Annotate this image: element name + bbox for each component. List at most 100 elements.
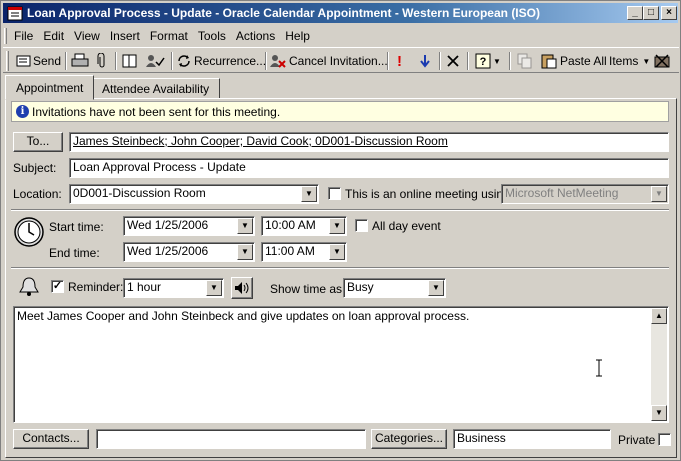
end-time-dropdown-button[interactable]: ▼: [329, 244, 345, 260]
paste-all-button[interactable]: Paste All: [541, 51, 607, 71]
reminder-select[interactable]: 1 hour ▼: [123, 278, 224, 298]
reminder-dropdown-button[interactable]: ▼: [206, 280, 222, 296]
online-meeting-label: This is an online meeting using:: [345, 187, 514, 201]
start-date-field[interactable]: Wed 1/25/2006 ▼: [123, 216, 255, 236]
toolbox-icon: [654, 54, 670, 68]
down-arrow-icon: [420, 55, 430, 68]
categories-field[interactable]: Business: [453, 429, 611, 449]
menu-tools[interactable]: Tools: [193, 27, 231, 43]
maximize-button[interactable]: □: [643, 6, 659, 20]
info-icon: i: [16, 105, 29, 118]
print-button[interactable]: [71, 51, 89, 71]
recurrence-button[interactable]: Recurrence...: [176, 51, 266, 71]
private-checkbox[interactable]: [658, 433, 671, 446]
menu-bar: File Edit View Insert Format Tools Actions Help: [5, 27, 315, 45]
scroll-up-button[interactable]: ▲: [651, 308, 667, 324]
location-label: Location:: [13, 187, 62, 201]
subject-field[interactable]: Loan Approval Process - Update: [69, 158, 669, 178]
start-time-label: Start time:: [49, 220, 104, 234]
menu-view[interactable]: View: [69, 27, 105, 43]
send-button[interactable]: Send: [15, 51, 61, 71]
start-time-field[interactable]: 10:00 AM ▼: [261, 216, 347, 236]
menu-edit[interactable]: Edit: [38, 27, 69, 43]
start-time-dropdown-button[interactable]: ▼: [329, 218, 345, 234]
cancel-invitation-button[interactable]: Cancel Invitation...: [269, 51, 388, 71]
contacts-field[interactable]: [96, 429, 366, 449]
menu-format[interactable]: Format: [145, 27, 193, 43]
end-date-dropdown-button[interactable]: ▼: [237, 244, 253, 260]
divider: [11, 267, 669, 269]
online-meeting-dropdown-button[interactable]: ▼: [651, 186, 667, 202]
start-time-value: 10:00 AM: [265, 218, 316, 232]
copy-icon: [517, 53, 532, 69]
end-time-value: 11:00 AM: [265, 244, 315, 258]
location-value: 0D001-Discussion Room: [73, 186, 206, 200]
online-meeting-value: Microsoft NetMeeting: [505, 186, 619, 200]
all-day-event-label: All day event: [372, 219, 441, 233]
location-dropdown-button[interactable]: ▼: [301, 186, 317, 202]
toolbar-separator: [387, 52, 389, 70]
end-time-label: End time:: [49, 246, 100, 260]
close-button[interactable]: ×: [661, 6, 677, 20]
tools-button[interactable]: [653, 51, 671, 71]
address-book-icon: [122, 54, 137, 68]
start-date-value: Wed 1/25/2006: [127, 218, 209, 232]
title-bar[interactable]: Loan Approval Process - Update - Oracle …: [3, 3, 678, 23]
contacts-button[interactable]: Contacts...: [13, 429, 89, 449]
reminder-checkbox[interactable]: ✓: [51, 280, 64, 293]
help-dropdown-icon[interactable]: ▼: [493, 57, 501, 66]
items-menu-button[interactable]: Items ▼: [609, 51, 650, 71]
paperclip-icon: [97, 53, 105, 68]
exclamation-icon: !: [397, 52, 402, 70]
toolbar-grip[interactable]: [6, 51, 9, 71]
divider: [11, 209, 669, 211]
menu-help[interactable]: Help: [280, 27, 315, 43]
to-field[interactable]: James Steinbeck; John Cooper; David Cook…: [69, 132, 669, 152]
notes-scrollbar[interactable]: ▲ ▼: [651, 308, 667, 421]
text-cursor-icon: [596, 359, 602, 377]
items-label: Items: [609, 54, 639, 68]
tab-appointment[interactable]: Appointment: [5, 75, 95, 100]
online-meeting-checkbox[interactable]: [328, 187, 341, 200]
to-button[interactable]: To...: [13, 132, 63, 152]
to-button-label: To...: [26, 134, 50, 148]
window-title: Loan Approval Process - Update - Oracle …: [27, 6, 540, 20]
items-dropdown-icon: ▼: [642, 56, 651, 66]
speaker-icon: [235, 282, 249, 294]
show-time-as-select[interactable]: Busy ▼: [343, 278, 446, 298]
high-importance-button[interactable]: !: [397, 51, 402, 71]
toolbar-separator: [265, 52, 267, 70]
online-meeting-select[interactable]: Microsoft NetMeeting ▼: [501, 184, 669, 204]
copy-button[interactable]: [517, 51, 533, 71]
notes-text: Meet James Cooper and John Steinbeck and…: [17, 309, 470, 323]
scroll-down-button[interactable]: ▼: [651, 405, 667, 421]
show-time-as-dropdown-button[interactable]: ▼: [428, 280, 444, 296]
minimize-button[interactable]: _: [627, 6, 643, 20]
info-message: Invitations have not been sent for this …: [32, 105, 281, 119]
categories-button[interactable]: Categories...: [371, 429, 447, 449]
toolbar-separator: [171, 52, 173, 70]
all-day-event-checkbox[interactable]: [355, 219, 368, 232]
menu-actions[interactable]: Actions: [231, 27, 280, 43]
reminder-value: 1 hour: [127, 280, 162, 294]
attach-button[interactable]: [95, 51, 109, 71]
end-time-field[interactable]: 11:00 AM ▼: [261, 242, 347, 262]
delete-button[interactable]: [446, 51, 460, 71]
reminder-label: Reminder:: [68, 280, 124, 294]
tab-attendee-availability[interactable]: Attendee Availability: [91, 78, 221, 99]
start-date-dropdown-button[interactable]: ▼: [237, 218, 253, 234]
menu-file[interactable]: File: [9, 27, 38, 43]
low-importance-button[interactable]: [419, 51, 431, 71]
check-names-button[interactable]: [145, 51, 165, 71]
help-button[interactable]: ? ▼: [475, 51, 501, 71]
reminder-sound-button[interactable]: [231, 277, 253, 299]
address-book-button[interactable]: [121, 51, 139, 71]
location-field[interactable]: 0D001-Discussion Room ▼: [69, 184, 319, 204]
menu-insert[interactable]: Insert: [105, 27, 145, 43]
notes-textarea[interactable]: Meet James Cooper and John Steinbeck and…: [13, 306, 669, 423]
recurrence-icon: [178, 55, 190, 67]
cancel-invitation-icon: [270, 55, 286, 68]
delete-x-icon: [447, 55, 459, 67]
svg-text:?: ?: [480, 56, 487, 68]
end-date-field[interactable]: Wed 1/25/2006 ▼: [123, 242, 255, 262]
